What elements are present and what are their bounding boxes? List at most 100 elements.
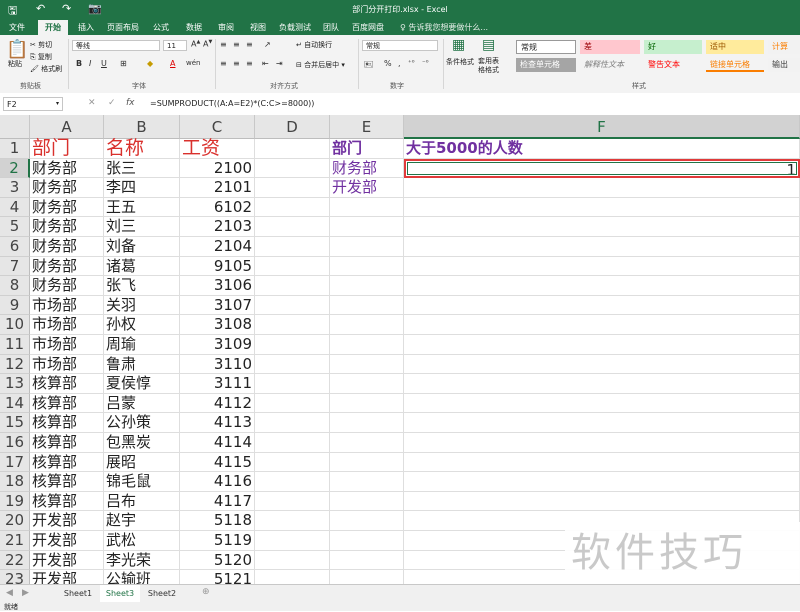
phonetic-icon[interactable]: wén [186, 59, 200, 67]
cell-d15[interactable] [255, 413, 330, 433]
italic-button[interactable]: I [89, 59, 91, 68]
row-header-14[interactable]: 14 [0, 393, 30, 414]
row-header-11[interactable]: 11 [0, 335, 30, 355]
cell-e9[interactable] [330, 295, 404, 316]
cell-c12[interactable]: 3110 [180, 354, 255, 375]
cell-f3[interactable] [404, 178, 800, 198]
cell-a8[interactable]: 财务部 [30, 276, 104, 296]
sheet-tab-sheet1[interactable]: Sheet1 [58, 585, 98, 602]
cell-e2[interactable]: 财务部 [330, 158, 404, 179]
cell-b12[interactable]: 鲁肃 [104, 354, 180, 375]
cell-d4[interactable] [255, 197, 330, 218]
cell-c18[interactable]: 4116 [180, 472, 255, 492]
cell-c19[interactable]: 4117 [180, 491, 255, 512]
row-header-2[interactable]: 2 [0, 158, 30, 179]
cell-c21[interactable]: 5119 [180, 531, 255, 551]
cell-e21[interactable] [330, 531, 404, 551]
cell-d22[interactable] [255, 550, 330, 571]
cut-button[interactable]: ✂ 剪切 [30, 40, 52, 50]
name-box[interactable]: F2 [3, 97, 63, 111]
cell-style-5[interactable]: 检查单元格 [516, 58, 576, 72]
font-name-select[interactable]: 等线 [72, 40, 160, 51]
tab-6[interactable]: 审阅 [212, 20, 240, 35]
row-header-7[interactable]: 7 [0, 256, 30, 277]
add-sheet-icon[interactable]: ⊕ [202, 587, 210, 597]
cell-d2[interactable] [255, 158, 330, 179]
row-header-4[interactable]: 4 [0, 197, 30, 218]
name-box-dropdown-icon[interactable]: ▾ [56, 100, 59, 107]
cell-style-9[interactable]: 输出 [768, 58, 800, 72]
cell-d1[interactable] [255, 139, 330, 159]
border-icon[interactable]: ⊞ [120, 59, 127, 68]
cell-d11[interactable] [255, 335, 330, 355]
cell-c11[interactable]: 3109 [180, 335, 255, 355]
cell-c10[interactable]: 3108 [180, 315, 255, 335]
cell-a15[interactable]: 核算部 [30, 413, 104, 433]
tab-5[interactable]: 数据 [180, 20, 208, 35]
decrease-decimal-icon[interactable]: ⁻⁰ [422, 59, 429, 67]
cell-style-6[interactable]: 解释性文本 [580, 58, 640, 72]
cell-b15[interactable]: 公孙策 [104, 413, 180, 433]
cell-style-4[interactable]: 计算 [768, 40, 800, 54]
cell-e12[interactable] [330, 354, 404, 375]
cell-e18[interactable] [330, 472, 404, 492]
font-size-select[interactable]: 11 [163, 40, 187, 51]
cell-d5[interactable] [255, 217, 330, 237]
cell-f14[interactable] [404, 393, 800, 414]
cell-d20[interactable] [255, 511, 330, 531]
format-painter-button[interactable]: 🖌 格式刷 [30, 64, 62, 74]
cell-f7[interactable] [404, 256, 800, 277]
number-format-select[interactable]: 常规 [362, 40, 438, 51]
cell-e20[interactable] [330, 511, 404, 531]
row-header-13[interactable]: 13 [0, 374, 30, 394]
cell-f4[interactable] [404, 197, 800, 218]
tab-2[interactable]: 插入 [72, 20, 100, 35]
cell-f8[interactable] [404, 276, 800, 296]
cell-c15[interactable]: 4113 [180, 413, 255, 433]
cell-b7[interactable]: 诸葛 [104, 256, 180, 277]
insert-function-icon[interactable]: fx [126, 98, 135, 108]
row-header-23[interactable]: 23 [0, 570, 30, 584]
cell-b18[interactable]: 锦毛鼠 [104, 472, 180, 492]
row-header-22[interactable]: 22 [0, 550, 30, 571]
font-color-button[interactable]: A [170, 59, 175, 68]
cell-style-1[interactable]: 差 [580, 40, 640, 54]
cell-d10[interactable] [255, 315, 330, 335]
row-header-20[interactable]: 20 [0, 511, 30, 531]
cell-f11[interactable] [404, 335, 800, 355]
column-header-e[interactable]: E [330, 115, 404, 139]
cell-a19[interactable]: 核算部 [30, 491, 104, 512]
cell-f6[interactable] [404, 237, 800, 257]
cell-d16[interactable] [255, 433, 330, 453]
cell-d12[interactable] [255, 354, 330, 375]
format-table-icon[interactable]: ▤ [482, 37, 495, 53]
conditional-format-icon[interactable]: ▦ [452, 37, 465, 53]
cell-a16[interactable]: 核算部 [30, 433, 104, 453]
cell-c4[interactable]: 6102 [180, 197, 255, 218]
cell-e16[interactable] [330, 433, 404, 453]
cell-a20[interactable]: 开发部 [30, 511, 104, 531]
cell-e8[interactable] [330, 276, 404, 296]
row-header-21[interactable]: 21 [0, 531, 30, 551]
cell-style-3[interactable]: 适中 [706, 40, 764, 54]
cell-c5[interactable]: 2103 [180, 217, 255, 237]
cell-e15[interactable] [330, 413, 404, 433]
cell-f16[interactable] [404, 433, 800, 453]
cell-a18[interactable]: 核算部 [30, 472, 104, 492]
tab-3[interactable]: 页面布局 [104, 20, 142, 35]
cell-d8[interactable] [255, 276, 330, 296]
cell-b9[interactable]: 关羽 [104, 295, 180, 316]
shrink-font-button[interactable]: A▼ [203, 39, 212, 49]
cell-c20[interactable]: 5118 [180, 511, 255, 531]
cell-d7[interactable] [255, 256, 330, 277]
cell-f13[interactable] [404, 374, 800, 394]
cell-a11[interactable]: 市场部 [30, 335, 104, 355]
row-header-3[interactable]: 3 [0, 178, 30, 198]
next-sheet-icon[interactable]: ▶ [22, 588, 29, 598]
cell-c17[interactable]: 4115 [180, 452, 255, 473]
cell-f10[interactable] [404, 315, 800, 335]
column-header-f[interactable]: F [404, 115, 800, 139]
cell-e7[interactable] [330, 256, 404, 277]
cell-f17[interactable] [404, 452, 800, 473]
fill-color-icon[interactable]: ◆ [147, 59, 153, 68]
